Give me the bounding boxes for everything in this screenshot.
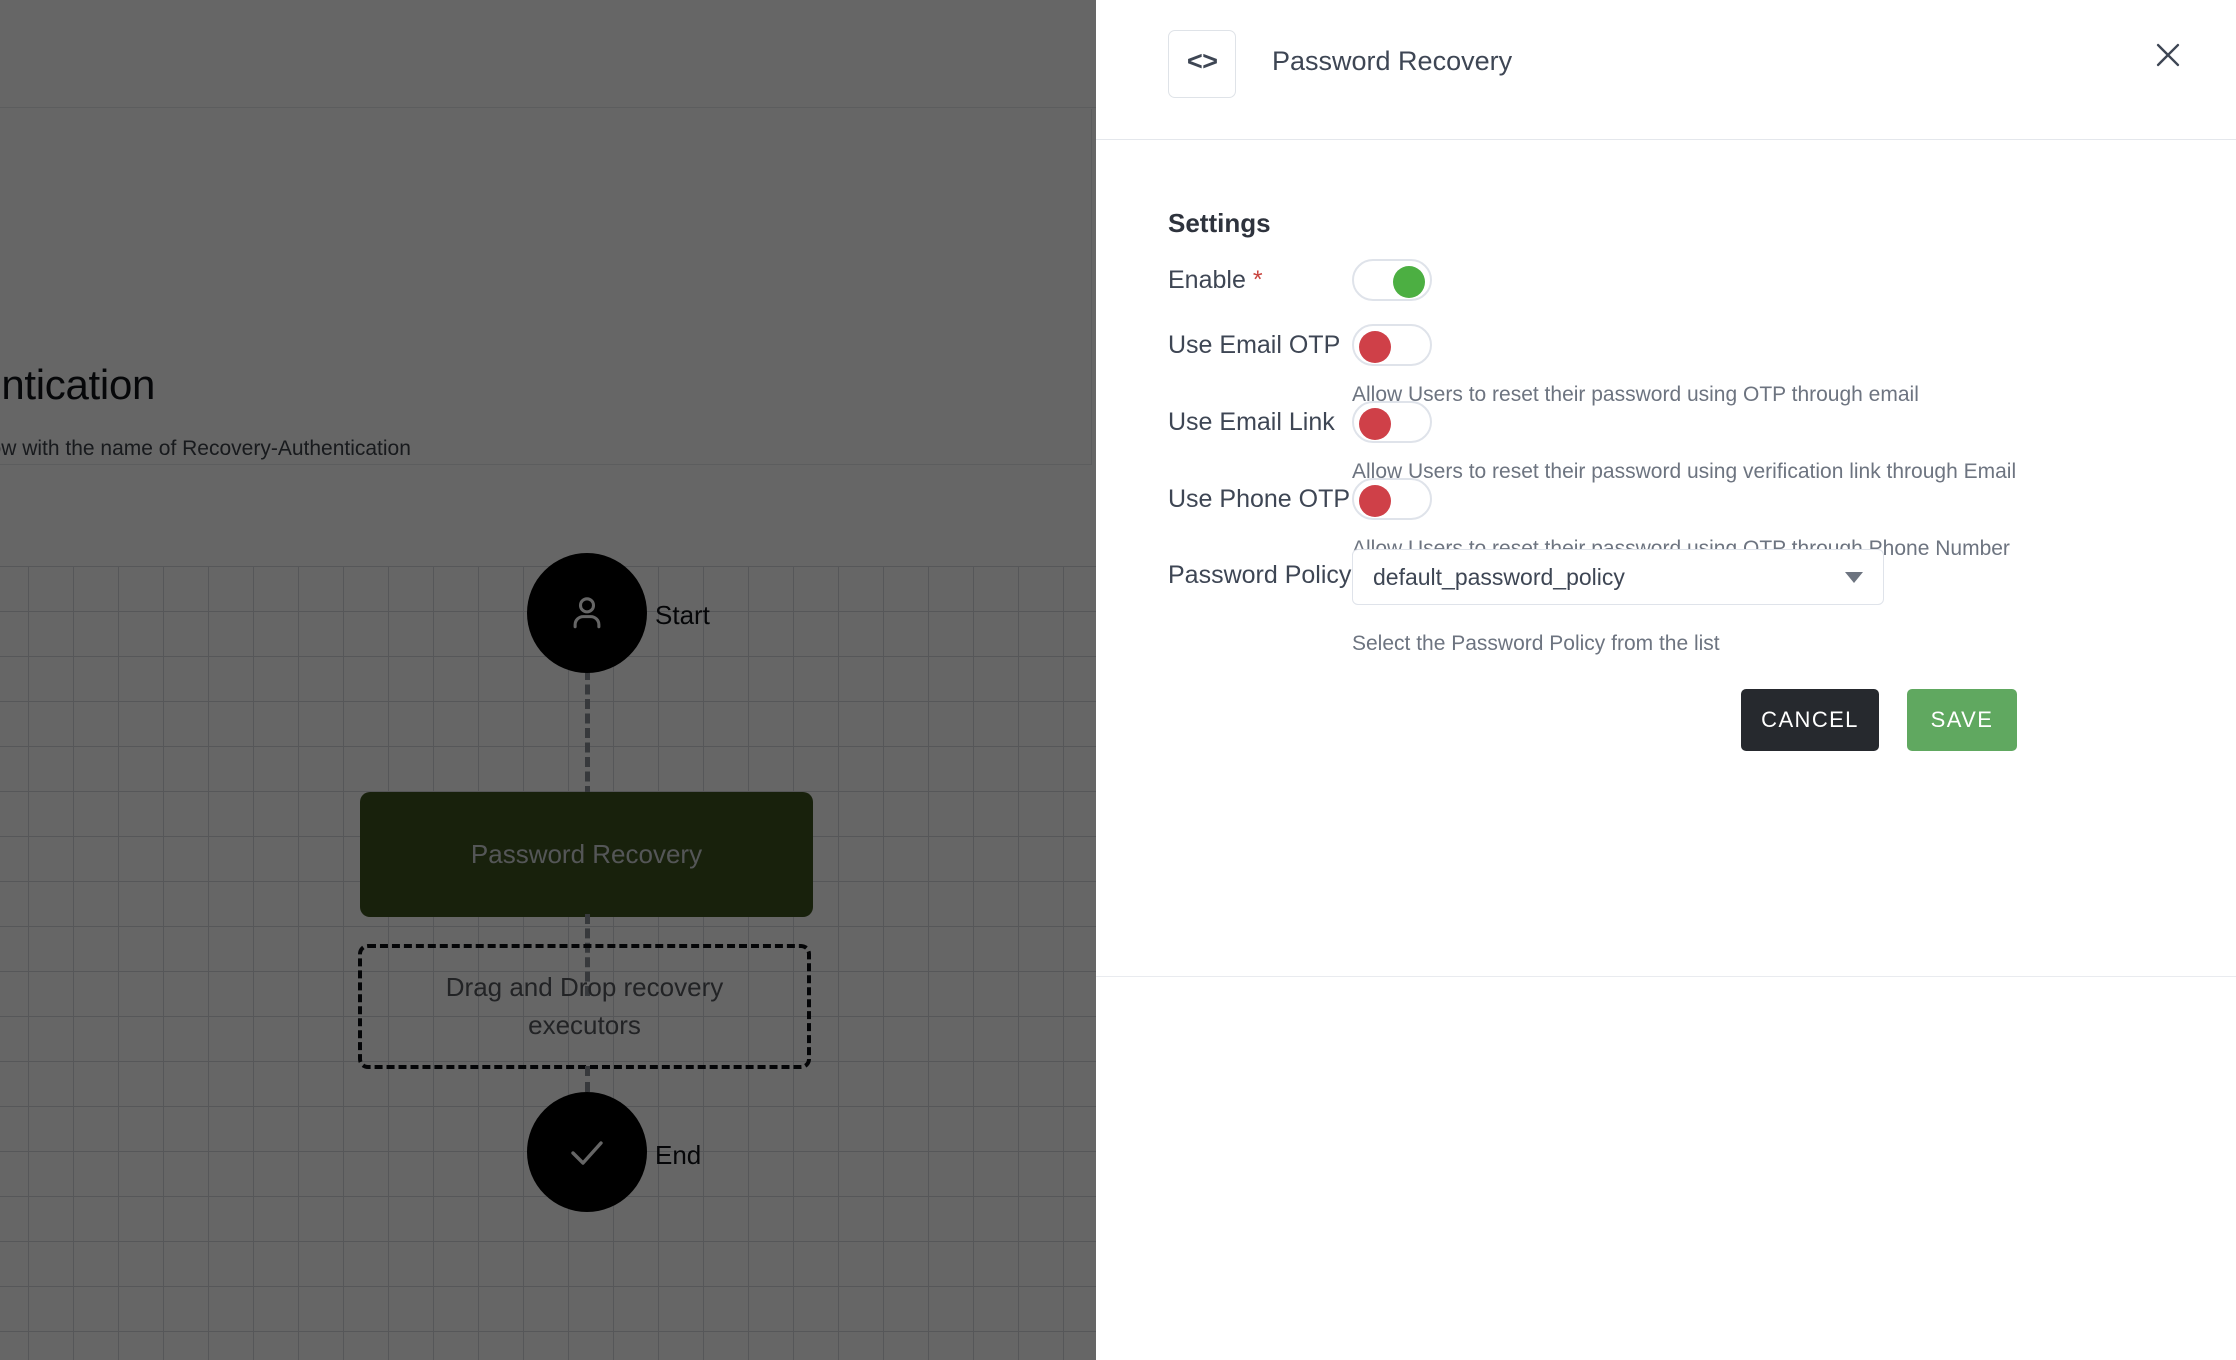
close-icon bbox=[2151, 38, 2185, 75]
flow-node-password-recovery-label: Password Recovery bbox=[470, 839, 703, 869]
user-icon bbox=[564, 590, 610, 636]
password-policy-value: default_password_policy bbox=[1373, 563, 1625, 590]
field-label-use-phone-otp: Use Phone OTP bbox=[1168, 485, 1351, 513]
helper-use-email-link: Allow Users to reset their password usin… bbox=[1352, 460, 2017, 483]
enable-label-text: Enable bbox=[1168, 266, 1246, 294]
toggle-use-email-otp[interactable] bbox=[1352, 324, 1432, 366]
flow-edge-start-to-recovery bbox=[585, 670, 590, 796]
flow-node-end[interactable] bbox=[527, 1092, 647, 1212]
save-button[interactable]: SAVE bbox=[1907, 689, 2017, 751]
cancel-button[interactable]: CANCEL bbox=[1741, 689, 1879, 751]
flow-editor-background: ry-Authentication nrecovery Flow with th… bbox=[0, 0, 1096, 1360]
panel-title: Password Recovery bbox=[1272, 46, 1513, 76]
field-label-password-policy: Password Policy bbox=[1168, 561, 1352, 589]
toggle-knob bbox=[1393, 266, 1425, 298]
toggle-knob bbox=[1359, 331, 1391, 363]
app-topbar bbox=[0, 0, 1096, 108]
toggle-knob bbox=[1359, 485, 1391, 517]
flow-node-start-label: Start bbox=[655, 600, 710, 630]
toggle-use-phone-otp[interactable] bbox=[1352, 478, 1432, 520]
settings-heading: Settings bbox=[1168, 208, 1271, 238]
helper-use-email-otp: Allow Users to reset their password usin… bbox=[1352, 383, 1919, 406]
code-brackets-icon: <> bbox=[1168, 30, 1236, 98]
panel-header: <> Password Recovery bbox=[1096, 0, 2236, 140]
required-marker: * bbox=[1252, 266, 1263, 294]
flow-node-start[interactable] bbox=[527, 553, 647, 673]
field-label-use-email-link: Use Email Link bbox=[1168, 408, 1335, 436]
settings-section: Settings Enable * Use Email OTP Allow Us… bbox=[1096, 140, 2236, 977]
password-policy-select[interactable]: default_password_policy bbox=[1352, 549, 1884, 605]
toggle-knob bbox=[1359, 408, 1391, 440]
toggle-use-email-link[interactable] bbox=[1352, 401, 1432, 443]
page-title: ry-Authentication bbox=[0, 361, 156, 408]
flow-dropzone[interactable]: Drag and Drop recovery executors bbox=[358, 944, 811, 1069]
flow-node-password-recovery[interactable]: Password Recovery bbox=[360, 792, 813, 917]
password-recovery-settings-panel: <> Password Recovery Settings Enable * U… bbox=[1096, 0, 2236, 1360]
flow-canvas[interactable]: Start Password Recovery Drag and Drop re… bbox=[0, 553, 1096, 1360]
helper-password-policy: Select the Password Policy from the list bbox=[1352, 632, 1720, 655]
field-label-use-email-otp: Use Email OTP bbox=[1168, 331, 1341, 359]
flow-node-end-label: End bbox=[655, 1140, 702, 1170]
flow-dropzone-label: Drag and Drop recovery executors bbox=[445, 971, 724, 1040]
page-subtitle: nrecovery Flow with the name of Recovery… bbox=[0, 437, 411, 460]
field-label-enable: Enable * bbox=[1168, 266, 1263, 295]
flow-header: ry-Authentication nrecovery Flow with th… bbox=[0, 109, 1092, 465]
close-button[interactable] bbox=[2140, 28, 2196, 84]
check-icon bbox=[563, 1128, 611, 1176]
chevron-down-icon bbox=[1845, 571, 1863, 583]
toggle-enable[interactable] bbox=[1352, 259, 1432, 301]
